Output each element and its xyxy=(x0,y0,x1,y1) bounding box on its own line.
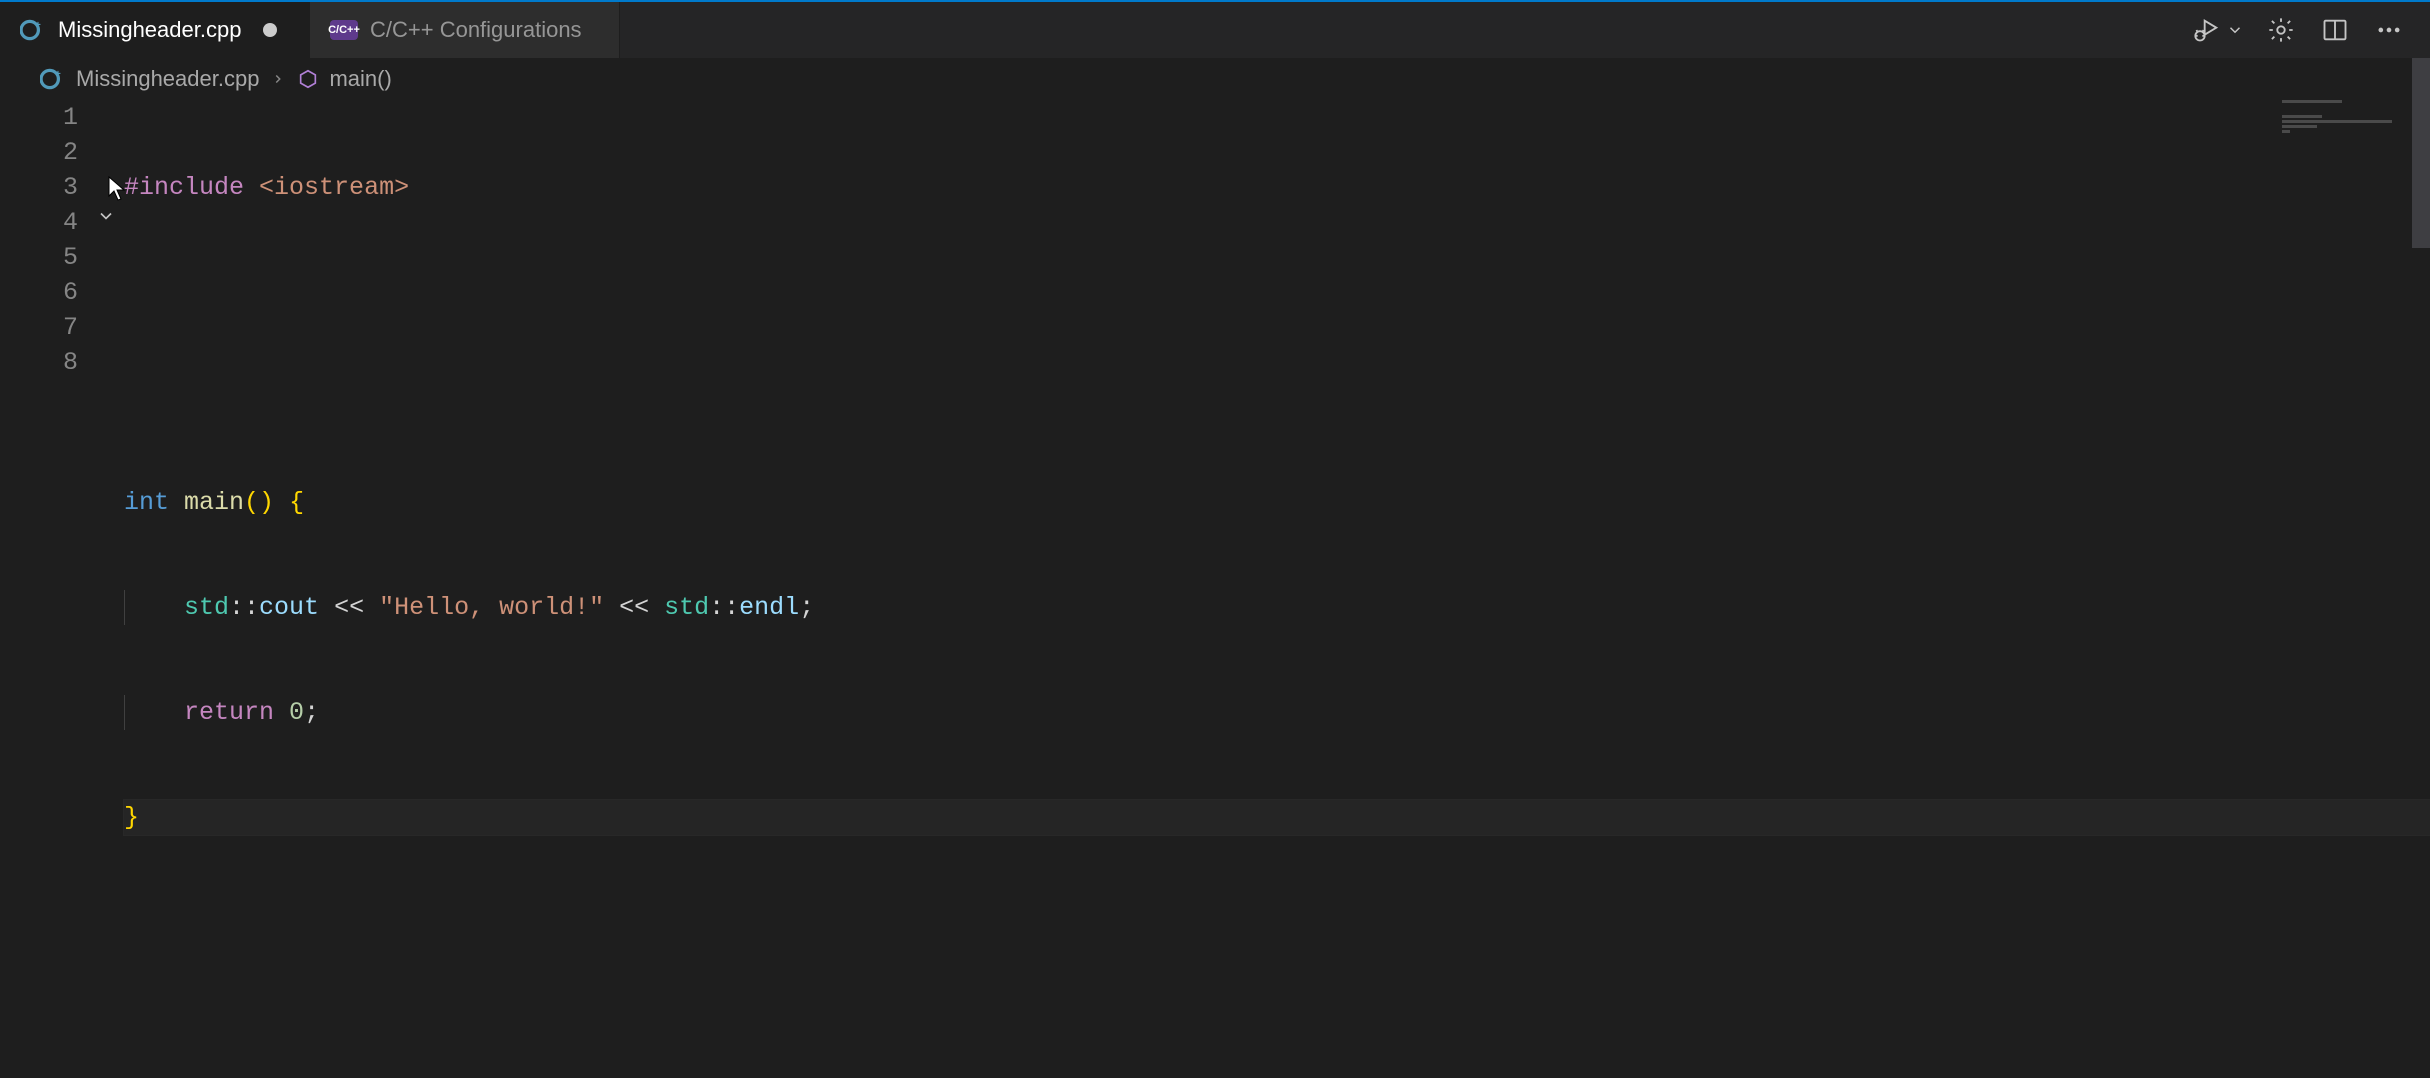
split-editor-button[interactable] xyxy=(2318,13,2352,47)
breadcrumb-file-label: Missingheader.cpp xyxy=(76,66,259,92)
editor-toolbar xyxy=(2190,2,2430,58)
code-content[interactable]: #include <iostream> int main() { std::co… xyxy=(124,100,2430,1010)
svg-text:+: + xyxy=(55,69,61,80)
line-number-gutter: 1 2 3 4 5 6 7 8 xyxy=(0,100,96,1010)
tab-ccpp-configurations[interactable]: C/C++ C/C++ Configurations xyxy=(310,2,620,58)
code-line xyxy=(124,275,2430,310)
code-line xyxy=(124,905,2430,940)
code-editor[interactable]: 1 2 3 4 5 6 7 8 #include <iostream> int … xyxy=(0,100,2430,1010)
cpp-file-icon: + xyxy=(40,66,66,92)
line-number: 1 xyxy=(0,100,78,135)
cpp-file-icon: + xyxy=(20,17,46,43)
fold-gutter xyxy=(96,100,124,1010)
breadcrumb-symbol[interactable]: main() xyxy=(297,66,391,92)
dirty-indicator-icon xyxy=(263,23,277,37)
svg-text:+: + xyxy=(35,20,41,31)
line-number: 8 xyxy=(0,345,78,380)
run-dropdown-button[interactable] xyxy=(2226,13,2244,47)
fold-toggle-icon[interactable] xyxy=(96,206,116,226)
line-number: 2 xyxy=(0,135,78,170)
breadcrumb: + Missingheader.cpp main() xyxy=(0,58,2430,100)
tab-bar: + Missingheader.cpp C/C++ C/C++ Configur… xyxy=(0,0,2430,58)
tab-label: Missingheader.cpp xyxy=(58,17,241,43)
scrollbar-thumb[interactable] xyxy=(2412,58,2430,248)
breadcrumb-symbol-label: main() xyxy=(329,66,391,92)
breadcrumb-file[interactable]: + Missingheader.cpp xyxy=(40,66,259,92)
code-line: return 0; xyxy=(124,695,2430,730)
ccpp-config-icon: C/C++ xyxy=(330,20,358,40)
line-number: 5 xyxy=(0,240,78,275)
symbol-method-icon xyxy=(297,68,319,90)
line-number: 6 xyxy=(0,275,78,310)
tab-label: C/C++ Configurations xyxy=(370,17,582,43)
vertical-scrollbar[interactable] xyxy=(2412,58,2430,1078)
code-line: } xyxy=(124,800,2430,835)
breadcrumb-separator-icon xyxy=(271,72,285,86)
line-number: 3 xyxy=(0,170,78,205)
settings-button[interactable] xyxy=(2264,13,2298,47)
run-debug-button[interactable] xyxy=(2190,13,2224,47)
code-line: int main() { xyxy=(124,485,2430,520)
code-line: #include <iostream> xyxy=(124,170,2430,205)
code-line xyxy=(124,380,2430,415)
line-number: 4 xyxy=(0,205,78,240)
tab-missingheader[interactable]: + Missingheader.cpp xyxy=(0,2,310,58)
more-actions-button[interactable] xyxy=(2372,13,2406,47)
code-line: std::cout << "Hello, world!" << std::end… xyxy=(124,590,2430,625)
line-number: 7 xyxy=(0,310,78,345)
minimap[interactable] xyxy=(2282,100,2412,1020)
